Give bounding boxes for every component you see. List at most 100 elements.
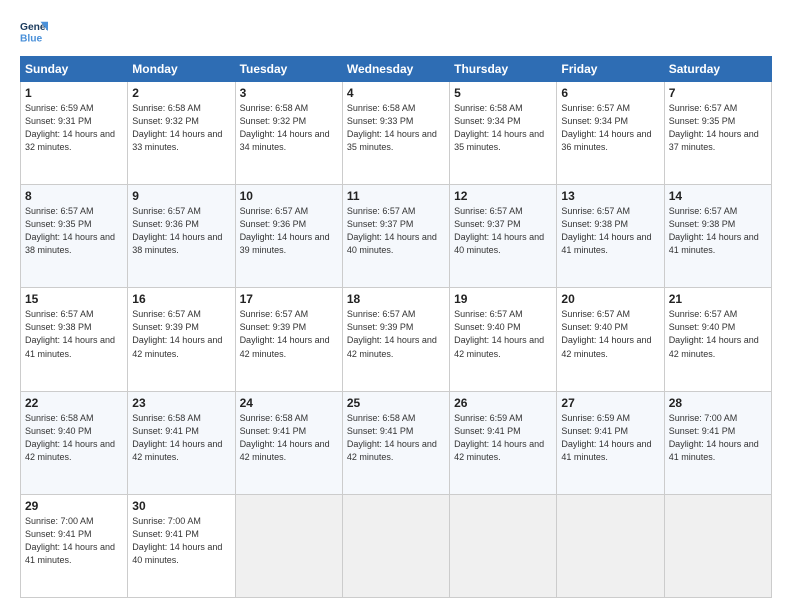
day-number: 6 — [561, 86, 659, 100]
calendar-cell: 18 Sunrise: 6:57 AMSunset: 9:39 PMDaylig… — [342, 288, 449, 391]
calendar-cell: 27 Sunrise: 6:59 AMSunset: 9:41 PMDaylig… — [557, 391, 664, 494]
day-info: Sunrise: 6:58 AMSunset: 9:40 PMDaylight:… — [25, 413, 115, 462]
calendar-cell: 2 Sunrise: 6:58 AMSunset: 9:32 PMDayligh… — [128, 82, 235, 185]
calendar-cell: 10 Sunrise: 6:57 AMSunset: 9:36 PMDaylig… — [235, 185, 342, 288]
day-number: 2 — [132, 86, 230, 100]
col-header-wednesday: Wednesday — [342, 57, 449, 82]
col-header-friday: Friday — [557, 57, 664, 82]
calendar-cell: 26 Sunrise: 6:59 AMSunset: 9:41 PMDaylig… — [450, 391, 557, 494]
day-info: Sunrise: 6:59 AMSunset: 9:31 PMDaylight:… — [25, 103, 115, 152]
day-info: Sunrise: 6:57 AMSunset: 9:36 PMDaylight:… — [132, 206, 222, 255]
day-number: 24 — [240, 396, 338, 410]
day-number: 15 — [25, 292, 123, 306]
calendar-cell: 16 Sunrise: 6:57 AMSunset: 9:39 PMDaylig… — [128, 288, 235, 391]
col-header-sunday: Sunday — [21, 57, 128, 82]
day-info: Sunrise: 6:58 AMSunset: 9:32 PMDaylight:… — [240, 103, 330, 152]
calendar-week-4: 29 Sunrise: 7:00 AMSunset: 9:41 PMDaylig… — [21, 494, 772, 597]
svg-text:Blue: Blue — [20, 33, 43, 44]
day-number: 13 — [561, 189, 659, 203]
day-info: Sunrise: 6:57 AMSunset: 9:37 PMDaylight:… — [454, 206, 544, 255]
logo-icon: General Blue — [20, 18, 48, 46]
calendar-cell: 3 Sunrise: 6:58 AMSunset: 9:32 PMDayligh… — [235, 82, 342, 185]
day-info: Sunrise: 6:57 AMSunset: 9:35 PMDaylight:… — [669, 103, 759, 152]
calendar-cell: 8 Sunrise: 6:57 AMSunset: 9:35 PMDayligh… — [21, 185, 128, 288]
day-info: Sunrise: 6:58 AMSunset: 9:33 PMDaylight:… — [347, 103, 437, 152]
calendar-cell: 19 Sunrise: 6:57 AMSunset: 9:40 PMDaylig… — [450, 288, 557, 391]
day-info: Sunrise: 6:57 AMSunset: 9:38 PMDaylight:… — [669, 206, 759, 255]
calendar-cell: 12 Sunrise: 6:57 AMSunset: 9:37 PMDaylig… — [450, 185, 557, 288]
day-number: 21 — [669, 292, 767, 306]
calendar-week-3: 22 Sunrise: 6:58 AMSunset: 9:40 PMDaylig… — [21, 391, 772, 494]
calendar-cell: 28 Sunrise: 7:00 AMSunset: 9:41 PMDaylig… — [664, 391, 771, 494]
calendar-cell: 30 Sunrise: 7:00 AMSunset: 9:41 PMDaylig… — [128, 494, 235, 597]
day-info: Sunrise: 6:57 AMSunset: 9:36 PMDaylight:… — [240, 206, 330, 255]
calendar-cell: 23 Sunrise: 6:58 AMSunset: 9:41 PMDaylig… — [128, 391, 235, 494]
header: General Blue — [20, 18, 772, 46]
day-number: 10 — [240, 189, 338, 203]
day-info: Sunrise: 6:57 AMSunset: 9:34 PMDaylight:… — [561, 103, 651, 152]
day-number: 18 — [347, 292, 445, 306]
logo: General Blue — [20, 18, 54, 46]
day-number: 26 — [454, 396, 552, 410]
day-number: 29 — [25, 499, 123, 513]
col-header-tuesday: Tuesday — [235, 57, 342, 82]
calendar-cell: 21 Sunrise: 6:57 AMSunset: 9:40 PMDaylig… — [664, 288, 771, 391]
calendar-week-0: 1 Sunrise: 6:59 AMSunset: 9:31 PMDayligh… — [21, 82, 772, 185]
calendar-week-2: 15 Sunrise: 6:57 AMSunset: 9:38 PMDaylig… — [21, 288, 772, 391]
day-number: 12 — [454, 189, 552, 203]
calendar-cell: 13 Sunrise: 6:57 AMSunset: 9:38 PMDaylig… — [557, 185, 664, 288]
day-number: 22 — [25, 396, 123, 410]
day-number: 8 — [25, 189, 123, 203]
day-number: 28 — [669, 396, 767, 410]
day-info: Sunrise: 6:57 AMSunset: 9:38 PMDaylight:… — [25, 309, 115, 358]
calendar-cell: 15 Sunrise: 6:57 AMSunset: 9:38 PMDaylig… — [21, 288, 128, 391]
day-number: 14 — [669, 189, 767, 203]
col-header-saturday: Saturday — [664, 57, 771, 82]
day-info: Sunrise: 7:00 AMSunset: 9:41 PMDaylight:… — [132, 516, 222, 565]
day-number: 9 — [132, 189, 230, 203]
calendar-cell: 29 Sunrise: 7:00 AMSunset: 9:41 PMDaylig… — [21, 494, 128, 597]
calendar-cell: 11 Sunrise: 6:57 AMSunset: 9:37 PMDaylig… — [342, 185, 449, 288]
day-number: 19 — [454, 292, 552, 306]
day-info: Sunrise: 6:59 AMSunset: 9:41 PMDaylight:… — [454, 413, 544, 462]
calendar-cell: 4 Sunrise: 6:58 AMSunset: 9:33 PMDayligh… — [342, 82, 449, 185]
day-number: 7 — [669, 86, 767, 100]
day-info: Sunrise: 6:57 AMSunset: 9:40 PMDaylight:… — [561, 309, 651, 358]
day-info: Sunrise: 6:57 AMSunset: 9:37 PMDaylight:… — [347, 206, 437, 255]
day-number: 27 — [561, 396, 659, 410]
calendar-cell: 17 Sunrise: 6:57 AMSunset: 9:39 PMDaylig… — [235, 288, 342, 391]
calendar-cell: 1 Sunrise: 6:59 AMSunset: 9:31 PMDayligh… — [21, 82, 128, 185]
col-header-monday: Monday — [128, 57, 235, 82]
day-info: Sunrise: 6:59 AMSunset: 9:41 PMDaylight:… — [561, 413, 651, 462]
calendar-cell — [235, 494, 342, 597]
calendar-cell: 6 Sunrise: 6:57 AMSunset: 9:34 PMDayligh… — [557, 82, 664, 185]
day-info: Sunrise: 6:57 AMSunset: 9:39 PMDaylight:… — [132, 309, 222, 358]
calendar-cell: 24 Sunrise: 6:58 AMSunset: 9:41 PMDaylig… — [235, 391, 342, 494]
day-number: 5 — [454, 86, 552, 100]
day-info: Sunrise: 7:00 AMSunset: 9:41 PMDaylight:… — [669, 413, 759, 462]
day-number: 23 — [132, 396, 230, 410]
day-info: Sunrise: 6:57 AMSunset: 9:39 PMDaylight:… — [240, 309, 330, 358]
calendar-cell: 7 Sunrise: 6:57 AMSunset: 9:35 PMDayligh… — [664, 82, 771, 185]
day-info: Sunrise: 6:58 AMSunset: 9:41 PMDaylight:… — [240, 413, 330, 462]
day-info: Sunrise: 6:57 AMSunset: 9:38 PMDaylight:… — [561, 206, 651, 255]
calendar-cell: 20 Sunrise: 6:57 AMSunset: 9:40 PMDaylig… — [557, 288, 664, 391]
day-info: Sunrise: 6:57 AMSunset: 9:40 PMDaylight:… — [669, 309, 759, 358]
header-row: SundayMondayTuesdayWednesdayThursdayFrid… — [21, 57, 772, 82]
day-number: 3 — [240, 86, 338, 100]
calendar-cell — [557, 494, 664, 597]
page: General Blue SundayMondayTuesdayWednesda… — [0, 0, 792, 612]
day-info: Sunrise: 6:58 AMSunset: 9:41 PMDaylight:… — [132, 413, 222, 462]
calendar-cell: 25 Sunrise: 6:58 AMSunset: 9:41 PMDaylig… — [342, 391, 449, 494]
calendar-cell — [664, 494, 771, 597]
day-number: 4 — [347, 86, 445, 100]
day-number: 1 — [25, 86, 123, 100]
calendar-cell: 5 Sunrise: 6:58 AMSunset: 9:34 PMDayligh… — [450, 82, 557, 185]
calendar-cell: 22 Sunrise: 6:58 AMSunset: 9:40 PMDaylig… — [21, 391, 128, 494]
day-info: Sunrise: 6:58 AMSunset: 9:34 PMDaylight:… — [454, 103, 544, 152]
calendar-week-1: 8 Sunrise: 6:57 AMSunset: 9:35 PMDayligh… — [21, 185, 772, 288]
day-number: 20 — [561, 292, 659, 306]
day-number: 30 — [132, 499, 230, 513]
day-info: Sunrise: 6:57 AMSunset: 9:39 PMDaylight:… — [347, 309, 437, 358]
day-number: 11 — [347, 189, 445, 203]
